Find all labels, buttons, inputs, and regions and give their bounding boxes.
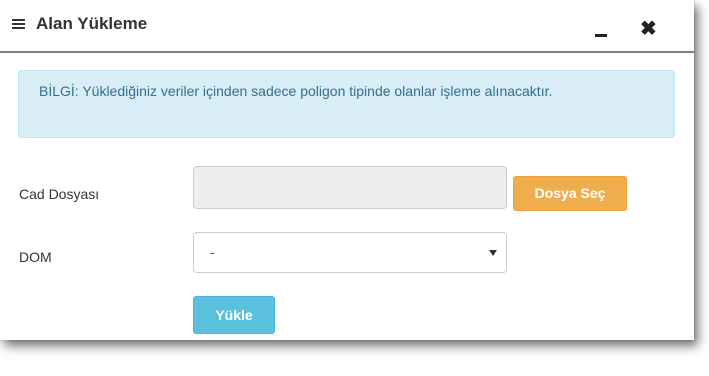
cad-file-label: Cad Dosyası — [19, 186, 100, 202]
screen: Alan Yükleme ✖ BİLGİ: Yüklediğiniz veril… — [0, 0, 709, 376]
caret-down-icon — [489, 250, 497, 256]
dialog-titlebar[interactable]: Alan Yükleme ✖ — [0, 0, 694, 53]
alan-yukleme-dialog: Alan Yükleme ✖ BİLGİ: Yüklediğiniz veril… — [0, 0, 694, 340]
choose-file-button[interactable]: Dosya Seç — [513, 176, 627, 211]
dialog-title: Alan Yükleme — [36, 14, 148, 33]
dom-select-value: - — [210, 244, 215, 260]
upload-button[interactable]: Yükle — [193, 296, 275, 334]
info-alert: BİLGİ: Yüklediğiniz veriler içinden sade… — [18, 70, 675, 138]
minimize-icon[interactable] — [595, 34, 607, 37]
dom-label: DOM — [19, 249, 52, 265]
dom-select[interactable]: - — [193, 232, 507, 273]
close-icon[interactable]: ✖ — [640, 19, 657, 39]
hamburger-menu-icon — [12, 19, 25, 32]
cad-file-field[interactable] — [193, 166, 507, 209]
